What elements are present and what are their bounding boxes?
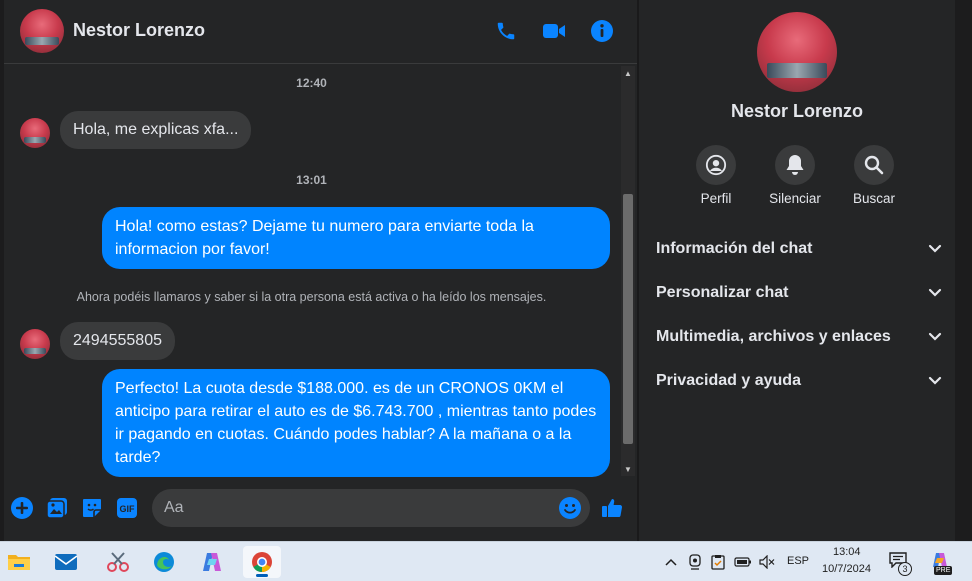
section-chat-info[interactable]: Información del chat bbox=[656, 231, 942, 267]
language-indicator[interactable]: ESP bbox=[787, 555, 809, 567]
speaker-muted-icon[interactable] bbox=[758, 554, 776, 570]
active-app-indicator bbox=[256, 574, 268, 577]
video-icon[interactable] bbox=[540, 17, 568, 45]
chat-info-panel: Nestor Lorenzo Perfil Silenciar Buscar I… bbox=[639, 0, 955, 541]
mail-icon[interactable] bbox=[47, 546, 85, 578]
message-input[interactable] bbox=[164, 489, 544, 527]
contact-avatar-large[interactable] bbox=[757, 12, 837, 92]
gif-icon[interactable]: GIF bbox=[115, 496, 139, 520]
incoming-message[interactable]: Hola, me explicas xfa... bbox=[60, 111, 252, 149]
search-icon bbox=[854, 145, 894, 185]
outgoing-message[interactable]: Perfecto! La cuota desde $188.000. es de… bbox=[102, 369, 610, 477]
chevron-down-icon bbox=[928, 376, 942, 385]
messenger-window: Nestor Lorenzo 12:40 Hola, me explicas x… bbox=[0, 0, 972, 541]
camera-icon[interactable] bbox=[686, 554, 704, 570]
section-media-files-links[interactable]: Multimedia, archivos y enlaces bbox=[656, 319, 942, 355]
file-explorer-icon[interactable] bbox=[0, 546, 38, 578]
emoji-icon[interactable] bbox=[558, 496, 582, 520]
window-right-edge bbox=[955, 0, 972, 541]
section-title: Multimedia, archivos y enlaces bbox=[656, 328, 891, 345]
system-note: Ahora podéis llamaros y saber si la otra… bbox=[76, 290, 547, 304]
scroll-up-arrow[interactable]: ▲ bbox=[621, 66, 635, 80]
scroll-down-arrow[interactable]: ▼ bbox=[621, 462, 635, 476]
timestamp: 13:01 bbox=[296, 173, 327, 187]
image-icon[interactable] bbox=[45, 496, 69, 520]
chrome-icon[interactable] bbox=[243, 546, 281, 578]
scroll-thumb[interactable] bbox=[623, 194, 633, 444]
bell-icon bbox=[775, 145, 815, 185]
mute-button[interactable]: Silenciar bbox=[755, 145, 835, 206]
snipping-tool-icon[interactable] bbox=[99, 546, 137, 578]
edge-icon[interactable] bbox=[145, 546, 183, 578]
clock-time[interactable]: 13:04 bbox=[833, 546, 861, 558]
notification-count: 3 bbox=[898, 562, 912, 576]
sticker-icon[interactable] bbox=[80, 496, 104, 520]
message-avatar[interactable] bbox=[20, 118, 50, 148]
chat-header: Nestor Lorenzo bbox=[4, 0, 637, 64]
chevron-down-icon bbox=[928, 332, 942, 341]
search-button[interactable]: Buscar bbox=[834, 145, 914, 206]
message-list[interactable]: 12:40 Hola, me explicas xfa... 13:01 Hol… bbox=[4, 66, 619, 477]
battery-icon[interactable] bbox=[734, 554, 752, 570]
chat-panel: Nestor Lorenzo 12:40 Hola, me explicas x… bbox=[4, 0, 637, 541]
like-icon[interactable] bbox=[600, 496, 624, 520]
message-scrollbar[interactable]: ▲ ▼ bbox=[621, 66, 635, 476]
plus-icon[interactable] bbox=[10, 496, 34, 520]
clipboard-icon[interactable] bbox=[709, 554, 727, 570]
contact-name[interactable]: Nestor Lorenzo bbox=[73, 20, 205, 41]
phone-icon[interactable] bbox=[492, 17, 520, 45]
profile-button[interactable]: Perfil bbox=[676, 145, 756, 206]
profile-icon bbox=[696, 145, 736, 185]
chevron-down-icon bbox=[928, 244, 942, 253]
section-title: Privacidad y ayuda bbox=[656, 372, 801, 389]
section-customize-chat[interactable]: Personalizar chat bbox=[656, 275, 942, 311]
contact-name-large: Nestor Lorenzo bbox=[730, 101, 863, 121]
outgoing-message[interactable]: Hola! como estas? Dejame tu numero para … bbox=[102, 207, 610, 269]
incoming-message[interactable]: 2494555805 bbox=[60, 322, 175, 360]
section-privacy-help[interactable]: Privacidad y ayuda bbox=[656, 363, 942, 399]
copilot-app-icon[interactable] bbox=[193, 546, 231, 578]
composer: GIF bbox=[4, 478, 637, 541]
clock-date[interactable]: 10/7/2024 bbox=[822, 563, 871, 575]
gif-label: GIF bbox=[120, 504, 136, 514]
copilot-badge: PRE bbox=[934, 566, 953, 575]
message-input-box[interactable] bbox=[152, 489, 590, 527]
windows-taskbar: ESP 13:04 10/7/2024 3 PRE bbox=[0, 541, 972, 581]
contact-avatar[interactable] bbox=[20, 9, 64, 53]
section-title: Información del chat bbox=[656, 240, 813, 257]
message-avatar[interactable] bbox=[20, 329, 50, 359]
section-title: Personalizar chat bbox=[656, 284, 789, 301]
timestamp: 12:40 bbox=[296, 76, 327, 90]
search-label: Buscar bbox=[852, 191, 896, 206]
profile-label: Perfil bbox=[700, 191, 732, 206]
mute-label: Silenciar bbox=[769, 191, 821, 206]
info-icon[interactable] bbox=[588, 17, 616, 45]
chevron-down-icon bbox=[928, 288, 942, 297]
chevron-up-icon[interactable] bbox=[662, 554, 680, 570]
